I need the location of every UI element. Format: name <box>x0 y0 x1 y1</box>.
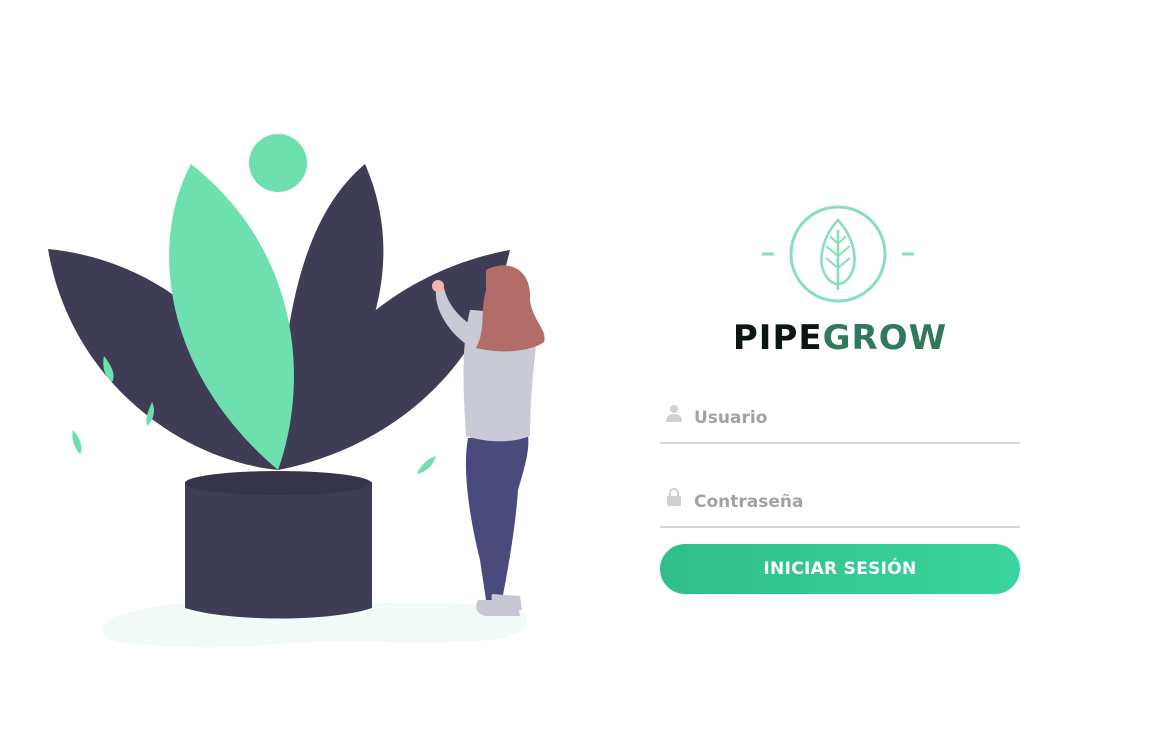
brand-logo <box>660 200 1020 310</box>
login-page: PIPEGROW INICIAR SESIÓN <box>0 0 1169 737</box>
login-panel: PIPEGROW INICIAR SESIÓN <box>660 200 1020 594</box>
lock-icon <box>667 488 681 506</box>
plant-illustration <box>48 134 545 648</box>
login-button[interactable]: INICIAR SESIÓN <box>660 544 1020 594</box>
leaf-icon <box>762 205 914 303</box>
brand-name: PIPEGROW <box>660 316 1020 360</box>
username-input[interactable] <box>694 396 1014 440</box>
small-leaf <box>72 430 82 454</box>
user-icon <box>666 405 682 422</box>
small-leaf <box>417 456 436 474</box>
brand-name-part2: GROW <box>822 318 948 358</box>
brand-name-part1: PIPE <box>732 318 823 358</box>
pot-rim <box>185 471 371 495</box>
username-field <box>660 396 1020 444</box>
woman-figure <box>432 265 545 616</box>
sun-circle <box>249 134 307 192</box>
password-field <box>660 480 1020 528</box>
password-input[interactable] <box>694 480 1014 524</box>
